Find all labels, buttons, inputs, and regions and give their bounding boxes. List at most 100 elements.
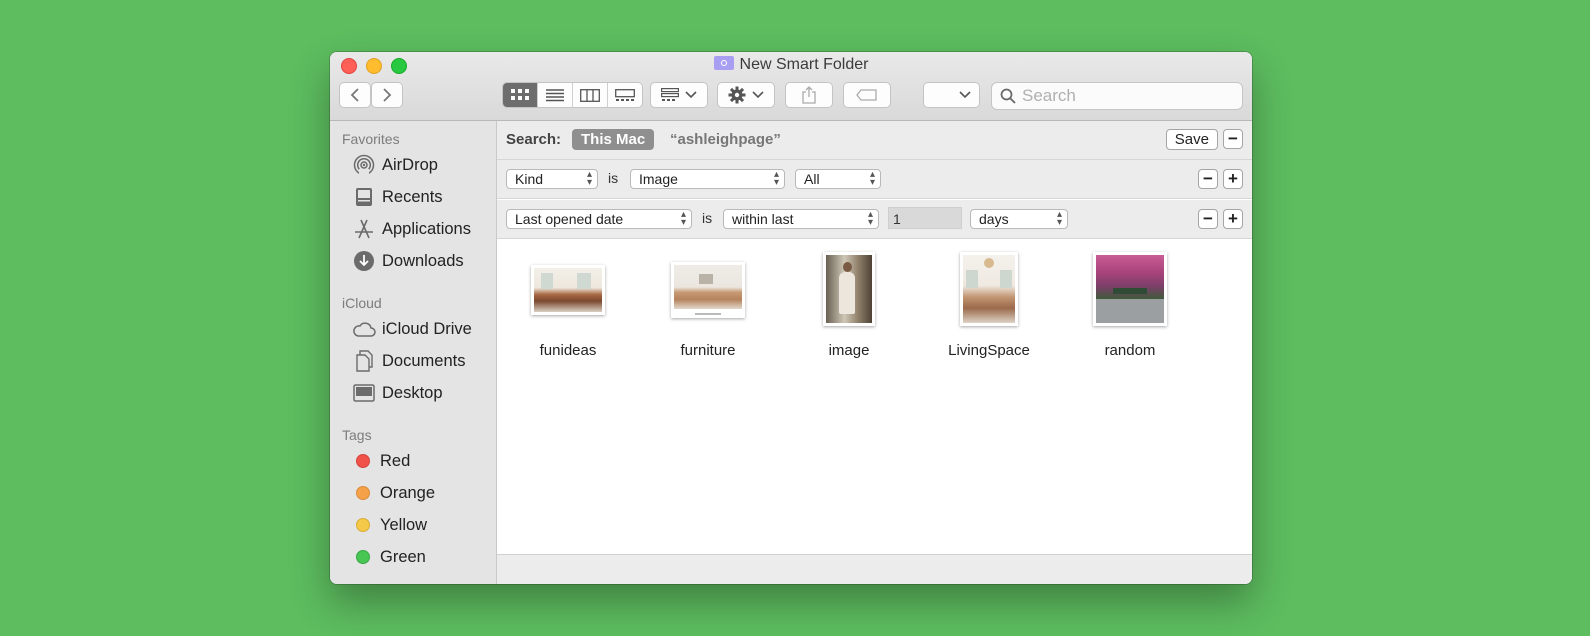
- updown-arrows-icon: ▴ ▾: [869, 169, 875, 188]
- tag-icon: [856, 89, 877, 101]
- tags-button[interactable]: [843, 82, 891, 108]
- updown-arrows-icon: ▴ ▾: [867, 209, 873, 228]
- updown-arrows-icon: ▴ ▾: [680, 209, 686, 228]
- file-name: image: [828, 342, 870, 359]
- file-name: furniture: [680, 342, 736, 359]
- sidebar-item-label: Red: [380, 451, 411, 470]
- green-tag-dot-icon: [356, 550, 370, 564]
- red-tag-dot-icon: [356, 454, 370, 468]
- file-name: LivingSpace: [948, 342, 1030, 359]
- chevron-right-icon: [383, 88, 392, 102]
- list-view-button[interactable]: [538, 83, 573, 107]
- file-thumbnail: [1093, 252, 1167, 326]
- group-by-button[interactable]: [650, 82, 708, 108]
- action-button[interactable]: [717, 82, 775, 108]
- sidebar-tag-green[interactable]: Green: [352, 544, 426, 570]
- title-bar: New Smart Folder Search: [330, 52, 1252, 121]
- rule-value-popup[interactable]: within last ▴ ▾: [723, 209, 879, 229]
- add-rule-button[interactable]: +: [1223, 169, 1243, 189]
- scope-query-button[interactable]: “ashleighpage”: [670, 131, 781, 148]
- rule-unit-popup[interactable]: days ▴ ▾: [970, 209, 1068, 229]
- window-title-text: New Smart Folder: [739, 56, 869, 73]
- rule-value-popup[interactable]: Image ▴ ▾: [630, 169, 785, 189]
- favorites-header: Favorites: [342, 131, 400, 147]
- chevron-down-icon: [685, 91, 697, 99]
- sidebar-item-label: Applications: [382, 219, 471, 238]
- sidebar-item-documents[interactable]: Documents: [352, 348, 465, 374]
- remove-search-button[interactable]: −: [1223, 129, 1243, 149]
- remove-rule-button[interactable]: −: [1198, 169, 1218, 189]
- sidebar-item-downloads[interactable]: Downloads: [352, 248, 464, 274]
- file-thumbnail: [960, 252, 1018, 326]
- sidebar-item-label: Downloads: [382, 251, 464, 270]
- group-icon: [661, 88, 679, 101]
- file-name: funideas: [539, 342, 597, 359]
- share-button[interactable]: [785, 82, 833, 108]
- search-placeholder: Search: [1022, 86, 1076, 105]
- popup-value: Kind: [515, 171, 544, 187]
- sidebar-item-icloud-drive[interactable]: iCloud Drive: [352, 316, 472, 342]
- file-name: random: [1104, 342, 1156, 359]
- remove-rule-button[interactable]: −: [1198, 209, 1218, 229]
- search-scope-dropdown[interactable]: [923, 82, 980, 108]
- column-view-icon: [580, 88, 600, 102]
- sidebar-tag-yellow[interactable]: Yellow: [352, 512, 427, 538]
- rule-amount-field[interactable]: 1: [888, 207, 962, 229]
- popup-value: Image: [639, 171, 678, 187]
- chevron-down-icon: [752, 91, 764, 99]
- popup-value: within last: [732, 211, 794, 227]
- file-thumbnail: [531, 265, 605, 315]
- rule-attribute-popup[interactable]: Last opened date ▴ ▾: [506, 209, 692, 229]
- search-scope-label: Search:: [506, 131, 562, 148]
- updown-arrows-icon: ▴ ▾: [1056, 209, 1062, 228]
- sidebar-item-label: Yellow: [380, 515, 428, 534]
- sidebar-item-desktop[interactable]: Desktop: [352, 380, 443, 406]
- cloud-icon: [352, 318, 376, 340]
- sidebar-item-label: Desktop: [382, 383, 443, 402]
- popup-value: Last opened date: [515, 211, 624, 227]
- gallery-view-button[interactable]: [608, 83, 642, 107]
- file-thumbnail: [823, 252, 875, 326]
- view-mode-control: [502, 82, 643, 108]
- sidebar-item-label: iCloud Drive: [382, 319, 472, 338]
- updown-arrows-icon: ▴ ▾: [586, 169, 592, 188]
- rule-operator-label: is: [608, 170, 619, 186]
- rule-attribute-popup[interactable]: Kind ▴ ▾: [506, 169, 598, 189]
- recents-icon: [352, 186, 376, 208]
- popup-value: days: [979, 211, 1009, 227]
- sidebar-item-applications[interactable]: Applications: [352, 216, 471, 242]
- sidebar-item-airdrop[interactable]: AirDrop: [352, 152, 438, 178]
- sidebar-item-label: Recents: [382, 187, 443, 206]
- sidebar-tag-orange[interactable]: Orange: [352, 480, 435, 506]
- applications-icon: [352, 218, 376, 240]
- search-rule-row: Last opened date ▴ ▾ is within last ▴ ▾ 1 da…: [497, 200, 1252, 239]
- orange-tag-dot-icon: [356, 486, 370, 500]
- rule-option-popup[interactable]: All ▴ ▾: [795, 169, 881, 189]
- add-rule-button[interactable]: +: [1223, 209, 1243, 229]
- icon-view-icon: [511, 89, 529, 100]
- documents-icon: [352, 350, 376, 372]
- popup-value: All: [804, 171, 820, 187]
- column-view-button[interactable]: [573, 83, 608, 107]
- sidebar-item-recents[interactable]: Recents: [352, 184, 443, 210]
- desktop-icon: [352, 382, 376, 404]
- gallery-view-icon: [615, 88, 635, 101]
- window-title: New Smart Folder: [330, 56, 1252, 74]
- chevron-left-icon: [350, 88, 359, 102]
- search-scope-bar: Search: This Mac “ashleighpage” Save −: [497, 121, 1252, 160]
- save-search-button[interactable]: Save: [1165, 129, 1218, 150]
- updown-arrows-icon: ▴ ▾: [773, 169, 779, 188]
- search-icon: [1000, 88, 1016, 104]
- sidebar-item-label: Green: [380, 547, 426, 566]
- back-button[interactable]: [339, 82, 371, 108]
- search-field[interactable]: Search: [991, 82, 1243, 110]
- sidebar-item-label: Documents: [382, 351, 466, 370]
- sidebar-tag-red[interactable]: Red: [352, 448, 410, 474]
- yellow-tag-dot-icon: [356, 518, 370, 532]
- forward-button[interactable]: [371, 82, 403, 108]
- scope-this-mac-button[interactable]: This Mac: [572, 129, 655, 150]
- icloud-header: iCloud: [342, 295, 382, 311]
- icon-view-button[interactable]: [503, 83, 538, 107]
- search-rule-row: Kind ▴ ▾ is Image ▴ ▾ All ▴ ▾ − +: [497, 160, 1252, 199]
- list-view-icon: [546, 88, 564, 101]
